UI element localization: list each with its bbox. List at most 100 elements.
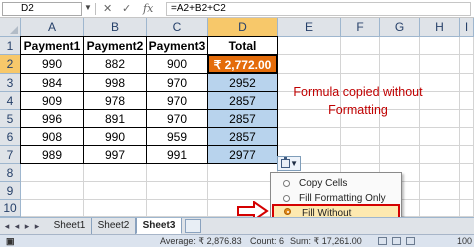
cell-b3[interactable]: 998 xyxy=(83,73,147,92)
row-header-10[interactable]: 10 xyxy=(0,200,21,217)
cell-c10[interactable] xyxy=(147,200,208,217)
column-header-c[interactable]: C xyxy=(147,18,208,37)
cell-a3[interactable]: 984 xyxy=(20,73,84,92)
page-layout-icon[interactable] xyxy=(392,237,401,245)
cell-f1[interactable] xyxy=(341,37,380,55)
cell-c8[interactable] xyxy=(147,164,208,182)
radio-icon[interactable] xyxy=(283,180,290,187)
column-header-b[interactable]: B xyxy=(84,18,147,37)
tab-sheet1[interactable]: Sheet1 xyxy=(48,218,92,234)
row-header-7[interactable]: 7 xyxy=(0,146,21,164)
radio-icon[interactable] xyxy=(283,195,290,202)
cell-i2[interactable] xyxy=(460,55,474,74)
cell-a9[interactable] xyxy=(21,182,84,200)
cell-b6[interactable]: 990 xyxy=(83,127,147,146)
cell-f7[interactable] xyxy=(341,146,380,164)
cell-g7[interactable] xyxy=(380,146,420,164)
cell-e6[interactable] xyxy=(278,128,341,146)
cell-b9[interactable] xyxy=(84,182,147,200)
tab-sheet3[interactable]: Sheet3 xyxy=(136,218,182,234)
menu-item-copy-cells[interactable]: Copy Cells xyxy=(271,176,401,191)
cell-d1[interactable]: Total xyxy=(207,36,278,55)
cell-c2[interactable]: 900 xyxy=(146,54,208,74)
cell-d7[interactable]: 2977 xyxy=(207,145,278,164)
cell-b1[interactable]: Payment2 xyxy=(83,36,147,55)
cell-i5[interactable] xyxy=(460,110,474,128)
radio-selected-icon[interactable] xyxy=(284,208,291,215)
cell-i4[interactable] xyxy=(460,92,474,110)
row-header-1[interactable]: 1 xyxy=(0,37,21,55)
cell-d2[interactable]: ₹ 2,772.00 xyxy=(207,54,278,74)
page-break-icon[interactable] xyxy=(406,237,415,245)
column-header-f[interactable]: F xyxy=(341,18,380,37)
row-header-8[interactable]: 8 xyxy=(0,164,21,182)
row-header-2[interactable]: 2 xyxy=(0,55,21,74)
cell-i7[interactable] xyxy=(460,146,474,164)
cell-b7[interactable]: 997 xyxy=(83,145,147,164)
insert-function-icon[interactable]: fx xyxy=(143,2,153,16)
row-header-4[interactable]: 4 xyxy=(0,92,21,110)
name-box-dropdown-icon[interactable]: ▼ xyxy=(84,3,92,12)
insert-sheet-icon[interactable] xyxy=(185,219,201,233)
cell-b5[interactable]: 891 xyxy=(83,109,147,128)
column-header-h[interactable]: H xyxy=(420,18,460,37)
tab-sheet2[interactable]: Sheet2 xyxy=(92,218,136,234)
cell-c1[interactable]: Payment3 xyxy=(146,36,208,55)
cell-d5[interactable]: 2857 xyxy=(207,109,278,128)
first-sheet-icon[interactable]: ◂ xyxy=(2,219,12,233)
cell-h7[interactable] xyxy=(420,146,460,164)
last-sheet-icon[interactable]: ▸ xyxy=(32,219,42,233)
cell-f6[interactable] xyxy=(341,128,380,146)
cell-i1[interactable] xyxy=(460,37,474,55)
normal-view-icon[interactable] xyxy=(378,237,387,245)
next-sheet-icon[interactable]: ▸ xyxy=(22,219,32,233)
cell-h10[interactable] xyxy=(420,200,460,217)
cell-h2[interactable] xyxy=(420,55,460,74)
cell-i9[interactable] xyxy=(460,182,474,200)
column-header-e[interactable]: E xyxy=(278,18,341,37)
cell-b4[interactable]: 978 xyxy=(83,91,147,110)
zoom-level[interactable]: 100 xyxy=(457,235,472,247)
cell-h6[interactable] xyxy=(420,128,460,146)
cell-f2[interactable] xyxy=(341,55,380,74)
cell-h8[interactable] xyxy=(420,164,460,182)
cell-a5[interactable]: 996 xyxy=(20,109,84,128)
cell-c6[interactable]: 959 xyxy=(146,127,208,146)
cell-g2[interactable] xyxy=(380,55,420,74)
cancel-icon[interactable]: ✕ xyxy=(103,2,112,16)
paste-options-button[interactable]: ▼ xyxy=(277,156,301,171)
cell-a8[interactable] xyxy=(21,164,84,182)
row-header-5[interactable]: 5 xyxy=(0,110,21,128)
cell-i10[interactable] xyxy=(460,200,474,217)
cell-a1[interactable]: Payment1 xyxy=(20,36,84,55)
column-header-a[interactable]: A xyxy=(21,18,84,37)
cell-c7[interactable]: 991 xyxy=(146,145,208,164)
cell-e2[interactable] xyxy=(278,55,341,74)
cell-g1[interactable] xyxy=(380,37,420,55)
cell-d9[interactable] xyxy=(208,182,278,200)
cell-g6[interactable] xyxy=(380,128,420,146)
column-header-g[interactable]: G xyxy=(380,18,420,37)
row-header-9[interactable]: 9 xyxy=(0,182,21,200)
row-header-3[interactable]: 3 xyxy=(0,74,21,92)
cell-a4[interactable]: 909 xyxy=(20,91,84,110)
prev-sheet-icon[interactable]: ◂ xyxy=(12,219,22,233)
cell-d6[interactable]: 2857 xyxy=(207,127,278,146)
cell-c5[interactable]: 970 xyxy=(146,109,208,128)
cell-d3[interactable]: 2952 xyxy=(207,73,278,92)
cell-b2[interactable]: 882 xyxy=(83,54,147,74)
cell-b8[interactable] xyxy=(84,164,147,182)
cell-i6[interactable] xyxy=(460,128,474,146)
cell-a7[interactable]: 989 xyxy=(20,145,84,164)
cell-e1[interactable] xyxy=(278,37,341,55)
column-header-i[interactable]: I xyxy=(460,18,474,37)
row-header-6[interactable]: 6 xyxy=(0,128,21,146)
cell-a2[interactable]: 990 xyxy=(20,54,84,74)
cell-a10[interactable] xyxy=(21,200,84,217)
column-header-d[interactable]: D xyxy=(208,18,278,37)
cell-h1[interactable] xyxy=(420,37,460,55)
cell-i8[interactable] xyxy=(460,164,474,182)
cell-c9[interactable] xyxy=(147,182,208,200)
formula-input[interactable]: =A2+B2+C2 xyxy=(166,2,471,16)
select-all-corner[interactable] xyxy=(0,18,21,37)
